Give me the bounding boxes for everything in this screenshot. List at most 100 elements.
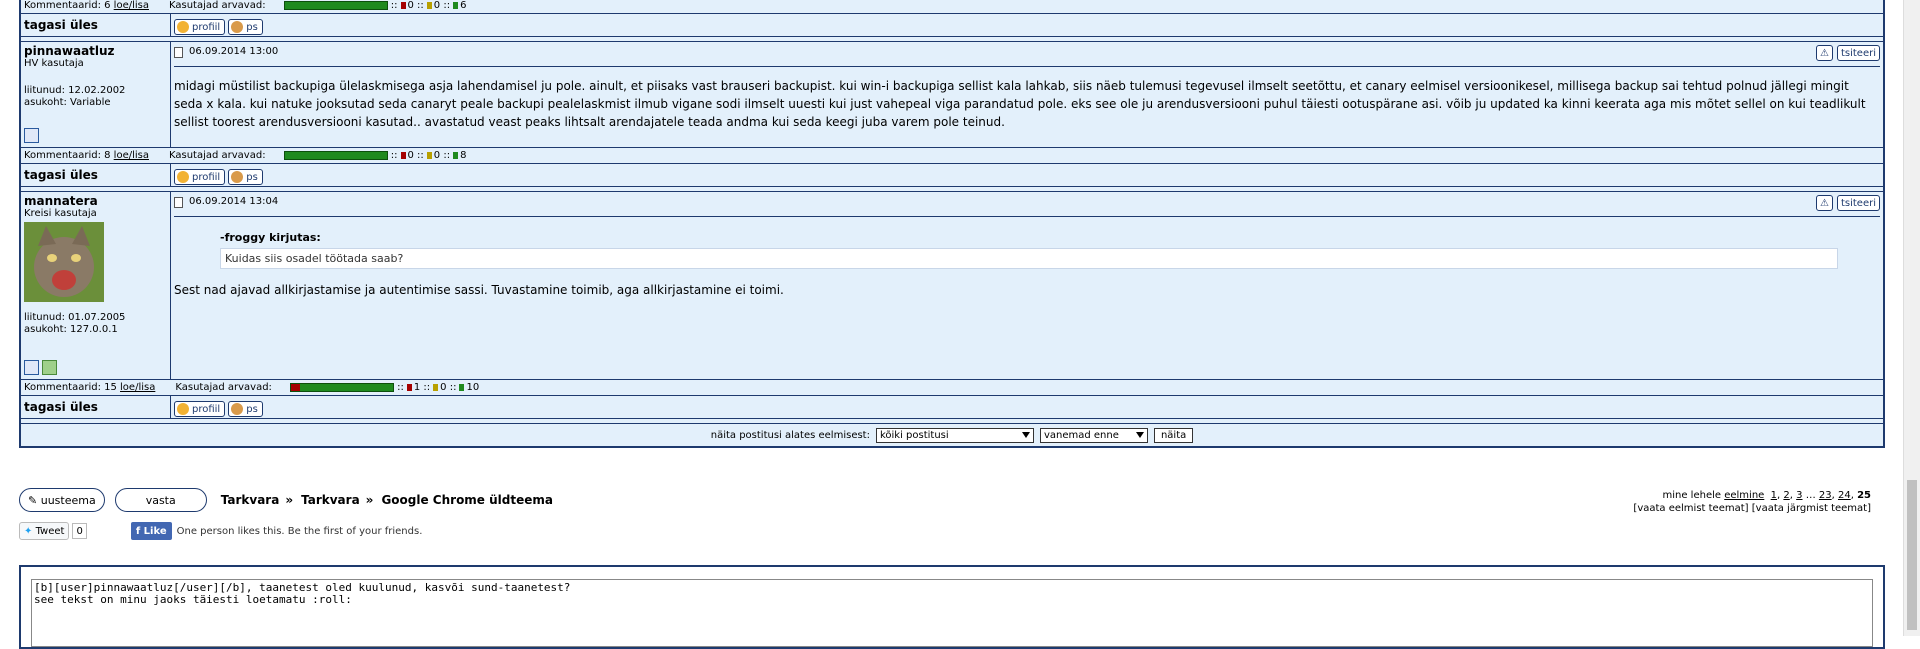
user-icons bbox=[24, 128, 42, 143]
page-link[interactable]: 23 bbox=[1819, 490, 1832, 501]
post-actions: ⚠ tsiteeri bbox=[1812, 195, 1880, 211]
profile-label: profiil bbox=[192, 21, 221, 33]
post-author: mannatera Kreisi kasutaja liitunud: 01.0… bbox=[21, 192, 171, 379]
page-link[interactable]: 2 bbox=[1783, 490, 1789, 501]
neg-count: 0 bbox=[407, 150, 414, 161]
post-date-text: 06.09.2014 13:00 bbox=[189, 46, 279, 57]
quote-button[interactable]: tsiteeri bbox=[1836, 45, 1880, 61]
rating-neg-fill bbox=[290, 384, 300, 391]
post-body: 06.09.2014 13:04 ⚠ tsiteeri -froggy kirju… bbox=[171, 192, 1883, 379]
profile-button[interactable]: profiil bbox=[174, 169, 226, 185]
page-ellipsis: … bbox=[1805, 490, 1816, 501]
prev-topic-link[interactable]: [vaata eelmist teemat] bbox=[1633, 503, 1748, 514]
neutral-count: 0 bbox=[440, 382, 447, 393]
period-select[interactable]: kõiki postitusi bbox=[875, 427, 1034, 443]
neutral-icon bbox=[433, 384, 439, 391]
reply-button[interactable]: vasta bbox=[114, 488, 207, 512]
rating-label: Kasutajad arvavad: bbox=[168, 0, 266, 11]
next-topic-link[interactable]: [vaata järgmist teemat] bbox=[1752, 503, 1871, 514]
neutral-icon bbox=[426, 2, 432, 9]
topic-nav: ✎ uusteema vasta Tarkvara » Tarkvara » Goo… bbox=[19, 487, 1881, 540]
nav-row: ✎ uusteema vasta Tarkvara » Tarkvara » Goo… bbox=[19, 487, 1881, 513]
neutral-icon bbox=[426, 152, 432, 159]
user-info-icon[interactable] bbox=[24, 128, 39, 143]
pm-button[interactable]: ps bbox=[228, 19, 263, 35]
reply-textarea[interactable]: [b][user]pinnawaatluz[/user][/b], taanet… bbox=[31, 579, 1873, 647]
profile-button[interactable]: profiil bbox=[174, 19, 226, 35]
user-info-icon[interactable] bbox=[24, 360, 39, 375]
profile-icon bbox=[177, 171, 189, 183]
breadcrumb-sep: » bbox=[365, 493, 374, 507]
breadcrumb-2[interactable]: Tarkvara bbox=[301, 493, 360, 507]
read-add-link[interactable]: loe/lisa bbox=[114, 148, 149, 163]
rating: Kasutajad arvavad: :: 1 :: 0 :: 10 bbox=[175, 382, 480, 393]
read-add-link[interactable]: loe/lisa bbox=[120, 380, 155, 395]
post-divider bbox=[174, 66, 1880, 67]
money-icon[interactable] bbox=[42, 360, 57, 375]
pos-icon bbox=[453, 2, 459, 9]
pos-count: 8 bbox=[460, 150, 467, 161]
post-text: midagi müstilist backupiga ülelaskmisega… bbox=[174, 79, 1866, 129]
profile-icon bbox=[177, 21, 189, 33]
post-text: Sest nad ajavad allkirjastamise ja auten… bbox=[174, 283, 784, 297]
page-link[interactable]: 1 bbox=[1771, 490, 1777, 501]
post-meta: Kommentaarid: 8 loe/lisa Kasutajad arvav… bbox=[21, 148, 1883, 164]
breadcrumb-1[interactable]: Tarkvara bbox=[221, 493, 280, 507]
user-icons bbox=[24, 360, 60, 375]
order-select[interactable]: vanemad enne bbox=[1039, 427, 1148, 443]
show-button[interactable]: näita bbox=[1153, 427, 1194, 443]
username[interactable]: pinnawaatluz bbox=[24, 44, 167, 58]
comments-count: Kommentaarid: 8 bbox=[24, 150, 111, 161]
back-to-top[interactable]: tagasi üles bbox=[21, 164, 171, 186]
username[interactable]: mannatera bbox=[24, 194, 167, 208]
neg-icon bbox=[406, 384, 412, 391]
tweet-label: Tweet bbox=[35, 525, 65, 537]
reply-label: vasta bbox=[145, 493, 176, 507]
post-date: 06.09.2014 13:04 bbox=[174, 194, 1880, 210]
pm-button[interactable]: ps bbox=[228, 401, 263, 417]
post-actions: ⚠ tsiteeri bbox=[1812, 45, 1880, 61]
neg-count: 1 bbox=[413, 382, 421, 393]
post-filter: näita postitusi alates eelmisest: kõiki … bbox=[21, 424, 1883, 446]
pm-button[interactable]: ps bbox=[228, 169, 263, 185]
order-value: vanemad enne bbox=[1043, 429, 1119, 441]
tweet-count: 0 bbox=[72, 523, 87, 539]
prev-page-link[interactable]: eelmine bbox=[1724, 490, 1764, 501]
page-link[interactable]: 24 bbox=[1838, 490, 1851, 501]
forum-posts: Kommentaarid: 6 loe/lisa Kasutajad arvav… bbox=[19, 0, 1885, 448]
post-date-text: 06.09.2014 13:04 bbox=[189, 196, 279, 207]
pm-label: ps bbox=[246, 403, 258, 415]
report-icon[interactable]: ⚠ bbox=[1816, 195, 1833, 211]
read-add-link[interactable]: loe/lisa bbox=[114, 0, 149, 13]
scrollbar-thumb[interactable] bbox=[1907, 480, 1917, 630]
neg-count: 0 bbox=[407, 0, 414, 11]
pos-count: 6 bbox=[460, 0, 467, 11]
post-footer: tagasi üles profiil ps bbox=[21, 14, 1883, 37]
quote-label: tsiteeri bbox=[1840, 47, 1876, 59]
new-topic-button[interactable]: ✎ uusteema bbox=[19, 488, 105, 512]
rating-bar bbox=[289, 383, 394, 392]
back-to-top[interactable]: tagasi üles bbox=[21, 14, 171, 36]
quote-author: -froggy kirjutas: bbox=[220, 231, 321, 244]
comments-count: Kommentaarid: 15 bbox=[24, 382, 117, 393]
quote-button[interactable]: tsiteeri bbox=[1836, 195, 1880, 211]
breadcrumb-3[interactable]: Google Chrome üldteema bbox=[381, 493, 553, 507]
post-date: 06.09.2014 13:00 bbox=[174, 44, 1880, 60]
post-doc-icon bbox=[174, 46, 183, 58]
page-scrollbar[interactable] bbox=[1903, 0, 1920, 636]
post: mannatera Kreisi kasutaja liitunud: 01.0… bbox=[21, 192, 1883, 380]
goto-label: mine lehele bbox=[1662, 490, 1722, 501]
rating-bar bbox=[283, 1, 388, 10]
post-footer: tagasi üles profiil ps bbox=[21, 164, 1883, 187]
reply-editor: [b][user]pinnawaatluz[/user][/b], taanet… bbox=[19, 565, 1885, 649]
back-to-top[interactable]: tagasi üles bbox=[21, 396, 171, 418]
profile-button[interactable]: profiil bbox=[174, 401, 226, 417]
post-meta: Kommentaarid: 6 loe/lisa Kasutajad arvav… bbox=[21, 0, 1883, 14]
fb-like-button[interactable]: f Like bbox=[130, 522, 172, 540]
tweet-button[interactable]: ✦ Tweet bbox=[19, 522, 70, 540]
report-icon[interactable]: ⚠ bbox=[1816, 45, 1833, 61]
joined-date: liitunud: 01.07.2005 bbox=[24, 312, 126, 323]
quote-label: tsiteeri bbox=[1840, 197, 1876, 209]
page-link[interactable]: 3 bbox=[1796, 490, 1802, 501]
facebook-icon: f bbox=[135, 525, 141, 537]
